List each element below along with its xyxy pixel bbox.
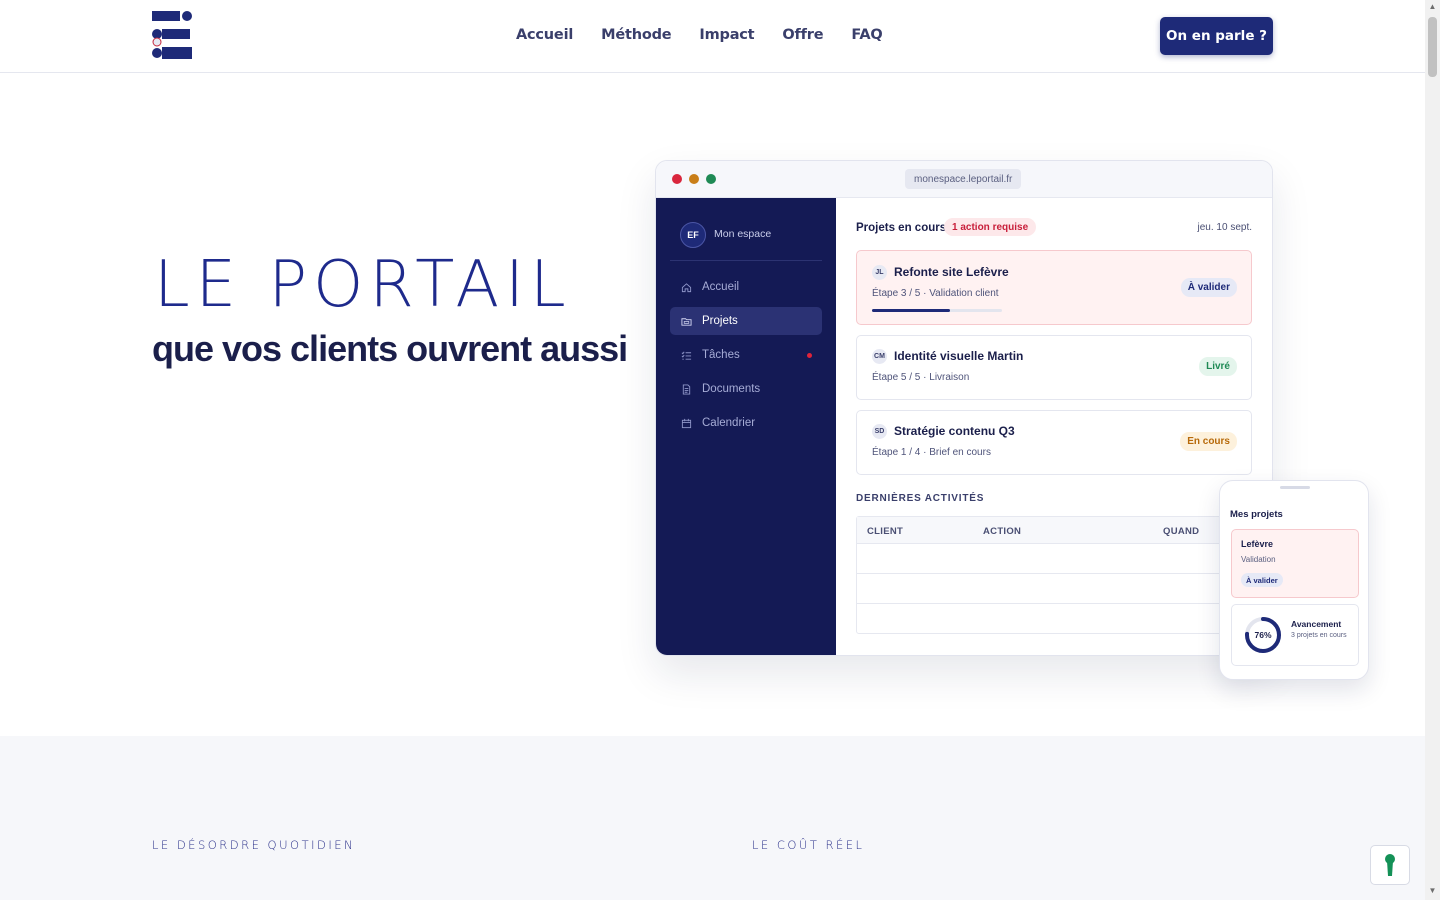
- activities-table: CLIENT ACTION QUAND: [856, 516, 1252, 634]
- section-label-left: LE DÉSORDRE QUOTIDIEN: [152, 838, 356, 852]
- progress-title: Avancement: [1291, 619, 1342, 629]
- scroll-thumb[interactable]: [1428, 17, 1437, 77]
- scroll-up-icon[interactable]: ▲: [1428, 2, 1437, 11]
- progress-fill: [872, 309, 950, 312]
- sidebar-item-projets[interactable]: Projets: [670, 307, 822, 335]
- phone-card-title: Lefèvre: [1241, 539, 1274, 549]
- phone-progress-card: 76% Avancement 3 projets en cours: [1231, 604, 1359, 666]
- pain-points-section: [0, 736, 1425, 900]
- section-title: Projets en cours: [856, 222, 947, 234]
- document-icon: [680, 383, 692, 395]
- dashboard-mockup: monespace.leportail.fr EF Mon espace Acc…: [655, 160, 1273, 656]
- project-progress-bar: [872, 309, 1002, 312]
- activities-title: DERNIÈRES ACTIVITÉS: [856, 493, 985, 504]
- avatar: EF: [680, 222, 706, 248]
- action-required-badge[interactable]: 1 action requise: [944, 218, 1037, 236]
- nav-accueil[interactable]: Accueil: [516, 27, 573, 43]
- status-badge: À valider: [1180, 278, 1237, 297]
- column-quand: QUAND: [1163, 526, 1200, 537]
- browser-toolbar: monespace.leportail.fr: [656, 161, 1272, 198]
- status-badge: Livré: [1199, 357, 1237, 376]
- hero-subtitle: que vos clients ouvrent aussi: [152, 328, 628, 369]
- table-row: [857, 544, 1251, 574]
- current-date: jeu. 10 sept.: [1197, 222, 1252, 233]
- table-row: [857, 574, 1251, 604]
- project-title: Refonte site Lefèvre: [894, 265, 1009, 279]
- close-dot-icon: [672, 174, 682, 184]
- phone-project-card[interactable]: Lefèvre Validation À valider: [1231, 529, 1359, 598]
- app-sidebar: EF Mon espace Accueil Projets Tâches Doc…: [656, 198, 836, 655]
- project-card[interactable]: JL Refonte site Lefèvre Étape 3 / 5 · Va…: [856, 250, 1252, 325]
- project-title: Identité visuelle Martin: [894, 349, 1024, 363]
- phone-card-subtitle: Validation: [1241, 555, 1276, 564]
- accessibility-key-button[interactable]: [1370, 845, 1410, 885]
- status-badge: En cours: [1180, 432, 1237, 451]
- progress-subtitle: 3 projets en cours: [1291, 632, 1347, 639]
- progress-ring: 76%: [1245, 617, 1281, 653]
- client-avatar: JL: [872, 265, 887, 280]
- sidebar-item-label: Projets: [702, 315, 738, 327]
- project-card[interactable]: CM Identité visuelle Martin Étape 5 / 5 …: [856, 335, 1252, 400]
- folder-icon: [680, 315, 692, 327]
- progress-value: 76%: [1254, 630, 1271, 640]
- space-label: Mon espace: [714, 228, 772, 240]
- phone-title: Mes projets: [1230, 509, 1283, 520]
- home-icon: [680, 281, 692, 293]
- sidebar-divider: [670, 260, 822, 261]
- project-step: Étape 3 / 5 · Validation client: [872, 288, 999, 299]
- sidebar-item-taches[interactable]: Tâches: [670, 341, 822, 369]
- url-bar: monespace.leportail.fr: [905, 169, 1022, 189]
- client-avatar: CM: [872, 349, 887, 364]
- column-action: ACTION: [983, 526, 1022, 537]
- sidebar-item-label: Documents: [702, 383, 761, 395]
- table-header: CLIENT ACTION QUAND: [857, 517, 1251, 544]
- column-client: CLIENT: [867, 526, 904, 537]
- project-card[interactable]: SD Stratégie contenu Q3 Étape 1 / 4 · Br…: [856, 410, 1252, 475]
- nav-offre[interactable]: Offre: [782, 27, 823, 43]
- keyhole-icon: [1385, 854, 1395, 876]
- maximize-dot-icon: [706, 174, 716, 184]
- checklist-icon: [680, 349, 692, 361]
- project-step: Étape 1 / 4 · Brief en cours: [872, 447, 991, 458]
- nav-faq[interactable]: FAQ: [851, 27, 882, 43]
- sidebar-item-label: Accueil: [702, 281, 740, 293]
- minimize-dot-icon: [689, 174, 699, 184]
- phone-mockup: Mes projets Lefèvre Validation À valider…: [1219, 480, 1369, 680]
- sidebar-item-accueil[interactable]: Accueil: [670, 273, 822, 301]
- scroll-down-icon[interactable]: ▼: [1428, 886, 1437, 895]
- dashboard-main: Projets en cours 1 action requise jeu. 1…: [836, 198, 1272, 655]
- section-label-right: LE COÛT RÉEL: [752, 838, 865, 852]
- site-header: Accueil Méthode Impact Offre FAQ On en p…: [0, 0, 1425, 73]
- status-badge: À valider: [1241, 573, 1283, 587]
- sidebar-item-label: Calendrier: [702, 417, 756, 429]
- contact-cta-button[interactable]: On en parle ?: [1160, 17, 1273, 55]
- sidebar-item-label: Tâches: [702, 349, 740, 361]
- sidebar-item-documents[interactable]: Documents: [670, 375, 822, 403]
- page-scrollbar[interactable]: ▲ ▼: [1425, 0, 1440, 900]
- project-step: Étape 5 / 5 · Livraison: [872, 372, 970, 383]
- project-title: Stratégie contenu Q3: [894, 424, 1015, 438]
- hero-title: LE PORTAIL: [154, 248, 572, 322]
- nav-methode[interactable]: Méthode: [601, 27, 671, 43]
- sidebar-item-calendrier[interactable]: Calendrier: [670, 409, 822, 437]
- nav-impact[interactable]: Impact: [699, 27, 754, 43]
- main-nav: Accueil Méthode Impact Offre FAQ: [516, 27, 911, 43]
- notification-dot: [807, 353, 812, 358]
- phone-notch: [1280, 486, 1310, 489]
- calendar-icon: [680, 417, 692, 429]
- client-avatar: SD: [872, 424, 887, 439]
- brand-logo[interactable]: [152, 11, 194, 61]
